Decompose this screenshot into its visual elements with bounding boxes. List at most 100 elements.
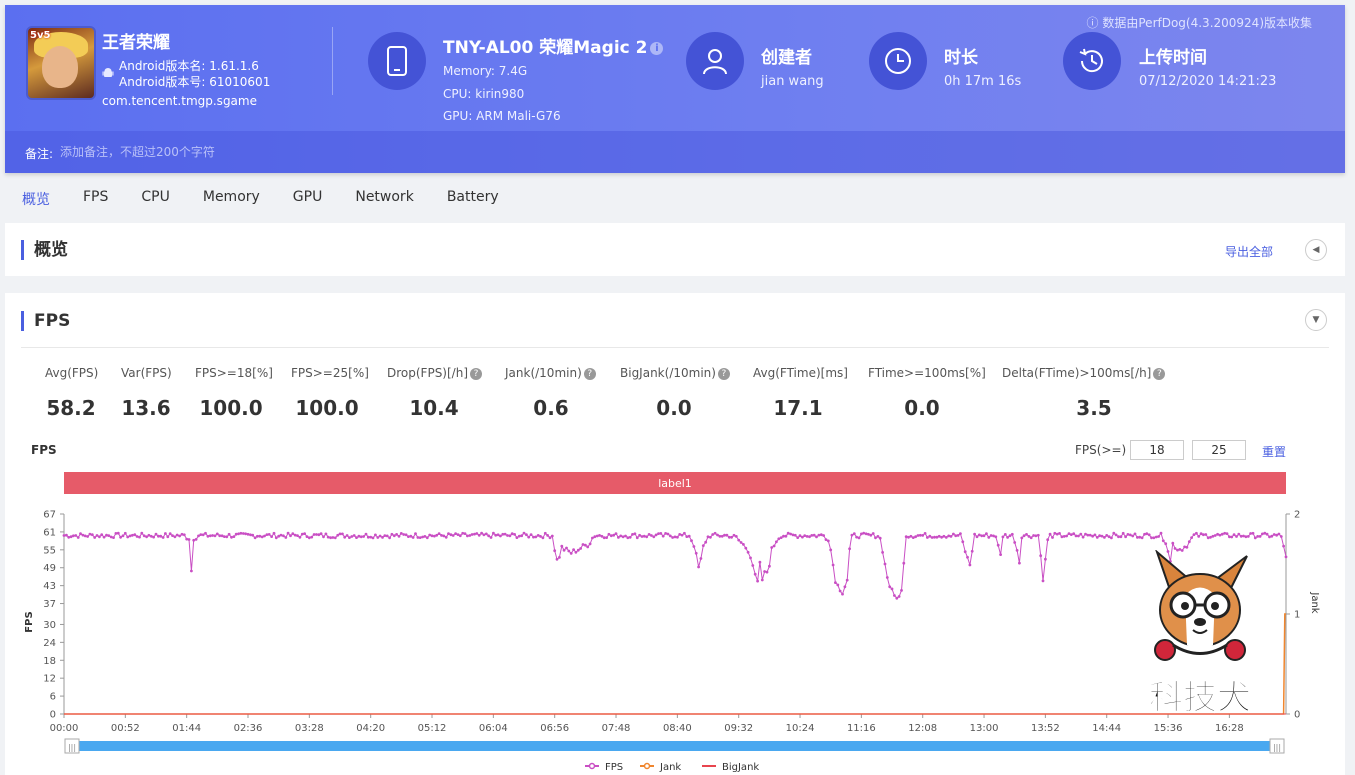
fps-point <box>1126 533 1130 536</box>
fps-point <box>546 534 549 537</box>
fps-point <box>718 534 722 538</box>
fps-point <box>621 535 625 539</box>
fps-point <box>836 583 840 587</box>
fps-point <box>1157 535 1160 538</box>
source-note: ⓘ 数据由PerfDog(4.3.200924)版本收集 <box>1087 14 1312 31</box>
fps-point <box>581 543 585 546</box>
fps-point <box>227 532 231 536</box>
fps-point <box>1220 532 1224 536</box>
fps-point <box>900 589 903 592</box>
fps-point <box>711 533 715 536</box>
fps-point <box>584 543 587 547</box>
fps-point <box>171 534 174 537</box>
y-tick-label: 49 <box>43 563 56 574</box>
fps-point <box>1029 536 1033 540</box>
x-tick-label: 16:28 <box>1215 723 1244 734</box>
fps-point <box>525 533 528 537</box>
fps-point <box>763 570 766 573</box>
reset-button[interactable]: 重置 <box>1262 443 1286 460</box>
remark-input[interactable] <box>58 141 662 163</box>
collapse-left-icon[interactable]: ◀ <box>1305 239 1327 261</box>
fps-point <box>187 538 191 541</box>
fps-point <box>107 534 111 537</box>
fps-point <box>1006 536 1009 539</box>
fps-point <box>1051 536 1054 539</box>
x-tick-label: 06:04 <box>479 723 508 734</box>
help-icon[interactable]: ? <box>470 367 482 380</box>
fps-point <box>848 547 851 551</box>
fps-point <box>1147 533 1151 537</box>
fps-point <box>138 535 141 539</box>
fps-point <box>975 535 979 539</box>
fps-point <box>1022 534 1026 538</box>
fps-point <box>829 548 833 552</box>
fps-point <box>961 540 965 544</box>
tab-battery[interactable]: Battery <box>447 189 499 209</box>
fps-point <box>93 536 97 539</box>
fps-point <box>482 533 486 537</box>
tab-fps[interactable]: FPS <box>83 189 108 209</box>
fps-point <box>963 550 967 554</box>
chart-series <box>62 531 1288 715</box>
device-info-icon[interactable]: i <box>650 41 664 55</box>
fps-point <box>609 534 613 538</box>
fps-point <box>366 535 370 539</box>
fps-point <box>553 549 557 553</box>
fps-point <box>407 535 410 538</box>
x-tick-label: 00:00 <box>50 723 79 734</box>
fps-point <box>803 534 807 537</box>
fps-point <box>947 534 951 538</box>
fps-point <box>1242 534 1245 538</box>
fps-point <box>874 536 877 540</box>
tab-cpu[interactable]: CPU <box>141 189 169 209</box>
help-icon[interactable]: ? <box>717 367 730 380</box>
export-all-link[interactable]: 导出全部 <box>1225 243 1273 260</box>
fps-point <box>793 533 797 537</box>
fps-point <box>1246 535 1250 538</box>
zoom-slider-track[interactable] <box>68 741 1280 751</box>
fps-point <box>982 534 986 538</box>
fps-point <box>921 534 925 537</box>
fps-point <box>612 533 616 537</box>
grip-icon: ||| <box>68 743 76 752</box>
legend-label: FPS <box>605 762 623 773</box>
tab-memory[interactable]: Memory <box>203 189 260 209</box>
fps-point <box>933 535 936 539</box>
fps-point <box>234 532 238 536</box>
phone-icon <box>368 32 426 90</box>
fps-point <box>527 535 531 539</box>
android-icon <box>102 67 114 82</box>
fps-point <box>550 534 554 538</box>
tab-overview[interactable]: 概览 <box>22 189 50 209</box>
fps-point <box>1232 533 1236 537</box>
fps-point <box>218 534 222 538</box>
fps-point <box>444 535 448 539</box>
chart-legend[interactable]: FPS Jank BigJank <box>585 762 759 773</box>
fps-point <box>1039 554 1043 558</box>
fps-threshold-input-2[interactable] <box>1192 440 1246 460</box>
fps-point <box>168 532 172 536</box>
fps-point <box>65 533 68 537</box>
fps-point <box>204 531 207 535</box>
fps-point <box>605 536 608 539</box>
y-tick-label: 12 <box>43 674 56 685</box>
tab-network[interactable]: Network <box>355 189 413 209</box>
device-gpu: GPU: ARM Mali-G76 <box>443 109 561 123</box>
fps-point <box>1018 561 1021 565</box>
label-band-text: label1 <box>658 477 692 490</box>
fps-point <box>1187 540 1191 544</box>
fps-point <box>885 576 889 579</box>
user-icon <box>686 32 744 90</box>
fps-series-line <box>63 531 1287 599</box>
x-tick-label: 03:28 <box>295 723 324 734</box>
help-icon[interactable]: ? <box>1153 367 1166 380</box>
fps-point <box>1003 533 1007 536</box>
fps-point <box>744 546 748 550</box>
help-icon[interactable]: ? <box>583 367 596 380</box>
fps-point <box>119 535 122 539</box>
fps-threshold-input-1[interactable] <box>1130 440 1184 460</box>
tab-gpu[interactable]: GPU <box>293 189 323 209</box>
fps-point <box>1041 579 1045 583</box>
y2-axis: 0 1 2 <box>1285 510 1300 721</box>
collapse-down-icon[interactable]: ▼ <box>1305 309 1327 331</box>
